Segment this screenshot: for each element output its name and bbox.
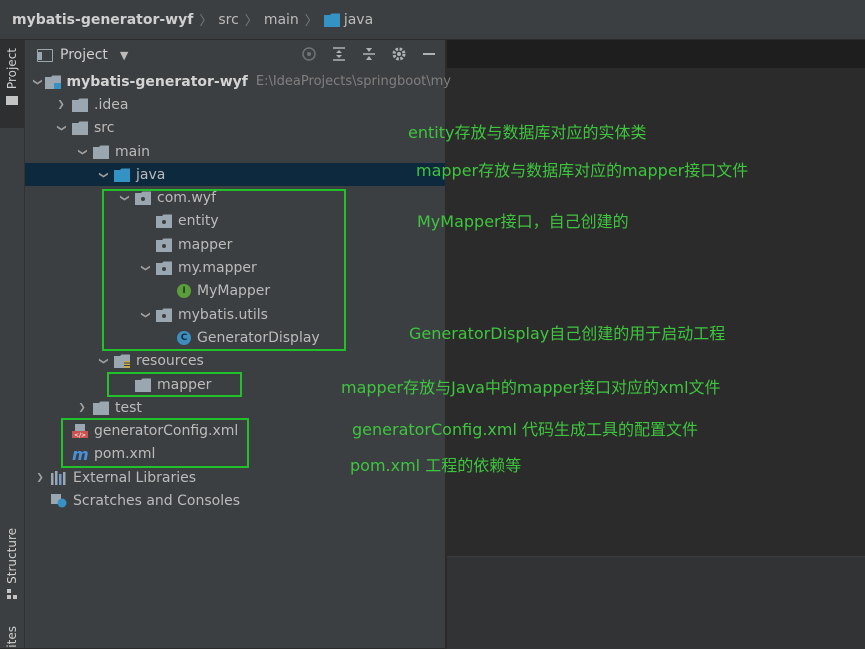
tree-row-label: mybatis-generator-wyf (66, 73, 248, 90)
tree-row-label: java (136, 166, 166, 183)
breadcrumb: mybatis-generator-wyf 〉 src 〉 main 〉 jav… (0, 0, 865, 40)
tree-row-label: .idea (94, 96, 129, 113)
folder-icon (6, 96, 18, 106)
project-path: E:\IdeaProjects\springboot\my (255, 74, 451, 90)
minus-icon[interactable] (421, 46, 437, 62)
breadcrumb-project[interactable]: mybatis-generator-wyf (12, 12, 193, 28)
chevron-down-icon[interactable]: ❯ (98, 354, 108, 368)
chevron-down-icon[interactable]: ❯ (98, 168, 108, 182)
tree-row-label: src (94, 120, 115, 137)
structure-icon (7, 588, 17, 599)
chevron-right-icon[interactable]: ❯ (33, 473, 47, 483)
tree-row-label: Scratches and Consoles (73, 492, 240, 509)
folder-icon (72, 121, 94, 136)
tab-project[interactable]: Project (0, 40, 24, 128)
scratches-icon (51, 493, 73, 508)
annotation-mymapper: MyMapper接口，自己创建的 (417, 212, 629, 231)
chevron-down-icon[interactable]: ❯ (32, 78, 42, 86)
annotation-generatordisplay: GeneratorDisplay自己创建的用于启动工程 (409, 324, 726, 343)
chevron-right-icon: 〉 (304, 14, 318, 29)
project-panel-header: Project ▼ (25, 40, 445, 70)
highlight-box-java-packages (102, 189, 346, 351)
chevron-down-icon[interactable]: ❯ (56, 121, 66, 135)
tab-project-label: Project (5, 48, 19, 90)
folder-icon (93, 145, 115, 159)
chevron-down-icon[interactable]: ▼ (120, 49, 128, 62)
libraries-icon (51, 470, 73, 485)
chevron-down-icon[interactable]: ❯ (77, 145, 87, 159)
gear-icon[interactable] (391, 46, 407, 62)
tree-row-src[interactable]: ❯ src (25, 117, 445, 140)
panel-toolbar (301, 46, 437, 62)
project-panel-title[interactable]: Project (60, 47, 108, 63)
annotation-generatorconfig: generatorConfig.xml 代码生成工具的配置文件 (352, 420, 699, 439)
breadcrumb-main[interactable]: main (264, 12, 299, 28)
tree-row-label: main (115, 143, 150, 160)
tree-row-scratches-and-consoles[interactable]: Scratches and Consoles (25, 489, 445, 512)
chevron-right-icon[interactable]: ❯ (54, 100, 68, 110)
source-folder-icon (323, 13, 340, 27)
tree-row-main[interactable]: ❯ main (25, 140, 445, 163)
tree-row-resources[interactable]: ❯ resources (25, 350, 445, 373)
module-folder-icon (44, 75, 67, 89)
tab-structure-label: Structure (5, 528, 19, 584)
tab-structure[interactable]: Structure (0, 528, 24, 608)
tree-row-label: External Libraries (73, 469, 196, 486)
tree-row-label: test (115, 399, 142, 416)
locate-icon[interactable] (301, 46, 317, 62)
expand-all-icon[interactable] (331, 46, 347, 62)
folder-icon (72, 98, 94, 112)
annotation-mapper: mapper存放与数据库对应的mapper接口文件 (416, 161, 749, 180)
highlight-box-resources-mapper (107, 372, 242, 397)
breadcrumb-java-label: java (343, 11, 374, 28)
project-view-icon (37, 48, 53, 62)
tab-favorites-label: ites (5, 626, 19, 648)
collapse-all-icon[interactable] (361, 46, 377, 62)
breadcrumb-java[interactable]: java (323, 11, 374, 28)
annotation-resources-mapper: mapper存放与Java中的mapper接口对应的xml文件 (341, 378, 721, 397)
chevron-right-icon: 〉 (244, 14, 258, 29)
annotation-pom: pom.xml 工程的依赖等 (350, 456, 522, 475)
tree-row-java[interactable]: ❯ java (25, 163, 445, 187)
tree-row-label: resources (136, 353, 204, 370)
tree-row-mybatis-generator-wyf[interactable]: ❯ mybatis-generator-wyf E:\IdeaProjects\sp… (25, 70, 451, 93)
source-folder-icon (114, 168, 136, 182)
highlight-box-config-files (61, 418, 249, 468)
left-tool-strip: Project Structure ites (0, 40, 25, 648)
folder-icon (93, 401, 115, 415)
editor-tab-strip (447, 40, 865, 68)
chevron-right-icon: 〉 (199, 14, 213, 29)
chevron-right-icon[interactable]: ❯ (75, 403, 89, 413)
annotation-entity: entity存放与数据库对应的实体类 (408, 123, 647, 142)
tab-favorites[interactable]: ites (0, 626, 24, 648)
resources-folder-icon (114, 354, 136, 369)
tree-row--idea[interactable]: ❯ .idea (25, 93, 445, 116)
breadcrumb-src[interactable]: src (218, 12, 238, 28)
bottom-panel (447, 556, 865, 649)
